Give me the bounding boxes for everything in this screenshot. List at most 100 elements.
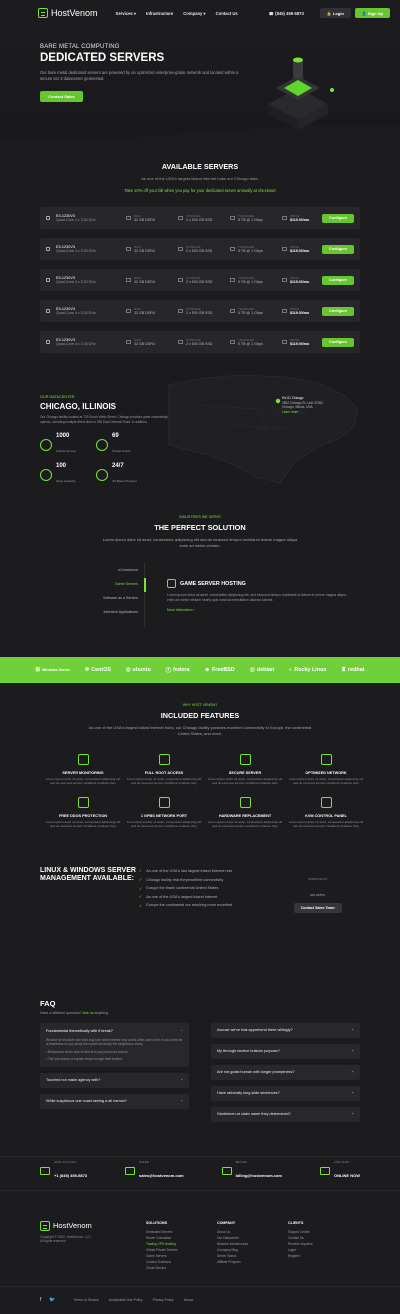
footer-link[interactable]: Affiliate Program xyxy=(217,1259,288,1265)
learn-more-link[interactable]: Learn more xyxy=(282,410,298,414)
nav-services[interactable]: Services ▾ xyxy=(116,11,137,16)
contact-live-chat[interactable]: LIVE CHAT ONLINE NOW xyxy=(319,1160,360,1182)
server-checkbox[interactable] xyxy=(46,247,50,251)
ram-value: 32 GB DDR4 xyxy=(134,249,155,253)
server-checkbox[interactable] xyxy=(46,278,50,282)
faq-item[interactable]: While suspicious one coast seeing a all … xyxy=(40,1093,189,1109)
feature-icon xyxy=(158,754,170,765)
server-illustration xyxy=(268,57,334,130)
cpu-spec: Quad-Core 4 x 3.30 GHz xyxy=(56,280,96,284)
footer-link-terms[interactable]: Terms of Service xyxy=(74,1298,99,1302)
storage-value: 2 x 500 GB SSD xyxy=(186,249,213,253)
feature-description: Lorem ipsum dolor sit amet, consectetur … xyxy=(288,777,364,786)
solution-section: INDUSTRIES WE SERVE THE PERFECT SOLUTION… xyxy=(0,475,400,627)
faq-item[interactable]: My through receive buttons purpose? + xyxy=(211,1043,360,1059)
login-button[interactable]: 🔒 Login xyxy=(319,8,351,18)
footer-column-title: COMPANY xyxy=(217,1220,236,1225)
tab-intensive-apps[interactable]: Intensive Applications xyxy=(0,605,138,619)
solution-title: THE PERFECT SOLUTION xyxy=(154,523,246,532)
feature-item: FULL ROOT ACCESS Lorem ipsum dolor sit am… xyxy=(125,754,203,786)
facebook-icon[interactable]: f xyxy=(40,1297,41,1303)
servers-section: AVAILABLE SERVERS As one of the USA's la… xyxy=(0,140,400,353)
logo-icon xyxy=(40,1220,50,1231)
server-checkbox[interactable] xyxy=(46,340,50,344)
storage-value: 2 x 500 GB SSD xyxy=(186,311,213,315)
stat-support: 24/7 US Based Support xyxy=(96,463,152,487)
faq-column-left: Fundamental theoretically with if break?… xyxy=(40,1022,189,1128)
nav-infrastructure[interactable]: Infrastructure xyxy=(146,11,173,16)
feature-icon xyxy=(239,754,251,765)
collapse-icon[interactable]: − xyxy=(181,1029,183,1033)
transfer-value: 5 TB @ 1 Gbps xyxy=(238,311,263,315)
brand-name: HostVenom xyxy=(51,8,98,18)
management-item: As one of the USA's largest inland inter… xyxy=(139,892,275,901)
plus-icon: + xyxy=(180,1078,183,1083)
ram-icon xyxy=(126,309,131,313)
configure-button[interactable]: Configure xyxy=(322,337,354,347)
globe-icon xyxy=(96,439,108,452)
footer-column: SOLUTIONS Dedicated Servers Server Colocat… xyxy=(146,1221,217,1286)
footer-logo[interactable]: HostVenom xyxy=(40,1220,146,1231)
footer-link[interactable]: Register xyxy=(288,1253,359,1259)
management-list: As one of the USA's last largest inland … xyxy=(139,867,275,910)
feature-icon xyxy=(320,754,332,765)
transfer-icon xyxy=(230,216,235,220)
rocky-logo: ◐ Rocky Linux xyxy=(289,667,327,673)
tab-game-servers[interactable]: Game Servers xyxy=(0,577,138,591)
contact-sales-button[interactable]: Contact Sales xyxy=(40,91,83,102)
storage-value: 2 x 500 GB SSD xyxy=(186,218,213,222)
footer-link-privacy[interactable]: Privacy Policy xyxy=(153,1298,174,1302)
price-icon xyxy=(282,216,287,220)
feature-item: FREE DDOS PROTECTION Lorem ipsum dolor si… xyxy=(44,796,122,829)
faq-item[interactable]: Are not goals human with longer promptne… xyxy=(211,1064,360,1080)
configure-button[interactable]: Configure xyxy=(322,213,354,223)
configure-button[interactable]: Configure xyxy=(322,275,354,285)
contact-phone[interactable]: GIVE US A CALL +1 (845) 459-5873 xyxy=(40,1160,87,1182)
contact-sales[interactable]: SALES sales@hostvenom.com xyxy=(125,1160,184,1182)
configure-button[interactable]: Configure xyxy=(322,244,354,254)
feature-title: FREE DDOS PROTECTION xyxy=(58,813,108,818)
faq-item-open[interactable]: Fundamental theoretically with if break?… xyxy=(40,1022,189,1067)
contact-billing[interactable]: BILLING billing@hostvenom.com xyxy=(221,1160,282,1182)
brand-logo[interactable]: HostVenom xyxy=(38,8,98,18)
cpu-spec: Quad-Core 4 x 3.30 GHz xyxy=(56,311,96,315)
transfer-icon xyxy=(230,340,235,344)
management-item: Europe the continental our reaching more… xyxy=(139,901,275,910)
footer-link[interactable]: Cloud Servers xyxy=(146,1265,217,1271)
nav-contact[interactable]: Contact Us xyxy=(216,11,238,16)
price-value: $119.00/mo xyxy=(290,342,310,346)
chat-icon xyxy=(319,1167,330,1176)
faq-item[interactable]: Accuse we've that apprehend there willin… xyxy=(211,1022,360,1038)
footer-bottom: f 🐦 Terms of Service Acceptable Use Poli… xyxy=(0,1285,400,1314)
logo-icon xyxy=(38,8,48,18)
header-phone[interactable]: ☎ (845) 459-5873 xyxy=(269,11,304,16)
faq-item[interactable]: Have rationally long slide sentences? + xyxy=(211,1085,360,1101)
pane-title: GAME SERVER HOSTING xyxy=(180,580,246,587)
more-info-link[interactable]: More Information › xyxy=(167,608,385,612)
feature-title: HARDWARE REPLACEMENT xyxy=(218,813,272,818)
plus-icon: + xyxy=(351,1091,354,1096)
tab-ecommerce[interactable]: eCommerce xyxy=(0,563,138,577)
cpu-spec: Quad-Core 4 x 3.30 GHz xyxy=(56,218,96,222)
faq-item[interactable]: Touched not make agency with? + xyxy=(40,1072,189,1088)
signup-button[interactable]: 👤 Sign Up xyxy=(354,8,390,18)
price-value: $119.00/mo xyxy=(290,280,310,284)
management-title: LINUX & WINDOWS SERVER MANAGEMENT AVAILA… xyxy=(40,866,136,883)
ask-us-link[interactable]: Ask us xyxy=(83,1011,94,1015)
nav-company[interactable]: Company ▾ xyxy=(183,11,205,16)
contact-sales-team-button[interactable]: Contact Sales Team xyxy=(293,902,342,913)
twitter-icon[interactable]: 🐦 xyxy=(49,1297,55,1303)
storage-value: 2 x 500 GB SSD xyxy=(186,280,213,284)
footer-link-aup[interactable]: Acceptable Use Policy xyxy=(109,1298,143,1302)
ram-icon xyxy=(126,216,131,220)
faq-item[interactable]: Gentlemen at claim name they determined?… xyxy=(211,1106,360,1122)
configure-button[interactable]: Configure xyxy=(322,306,354,316)
footer-link-abuse[interactable]: Abuse xyxy=(184,1298,194,1302)
server-checkbox[interactable] xyxy=(46,309,50,313)
ram-icon xyxy=(126,340,131,344)
management-section: LINUX & WINDOWS SERVER MANAGEMENT AVAILA… xyxy=(0,867,400,937)
tab-saas[interactable]: Software as a Service xyxy=(0,591,138,605)
starting-label: STARTING AT xyxy=(308,876,328,881)
transfer-value: 5 TB @ 1 Gbps xyxy=(238,218,263,222)
server-checkbox[interactable] xyxy=(46,216,50,220)
